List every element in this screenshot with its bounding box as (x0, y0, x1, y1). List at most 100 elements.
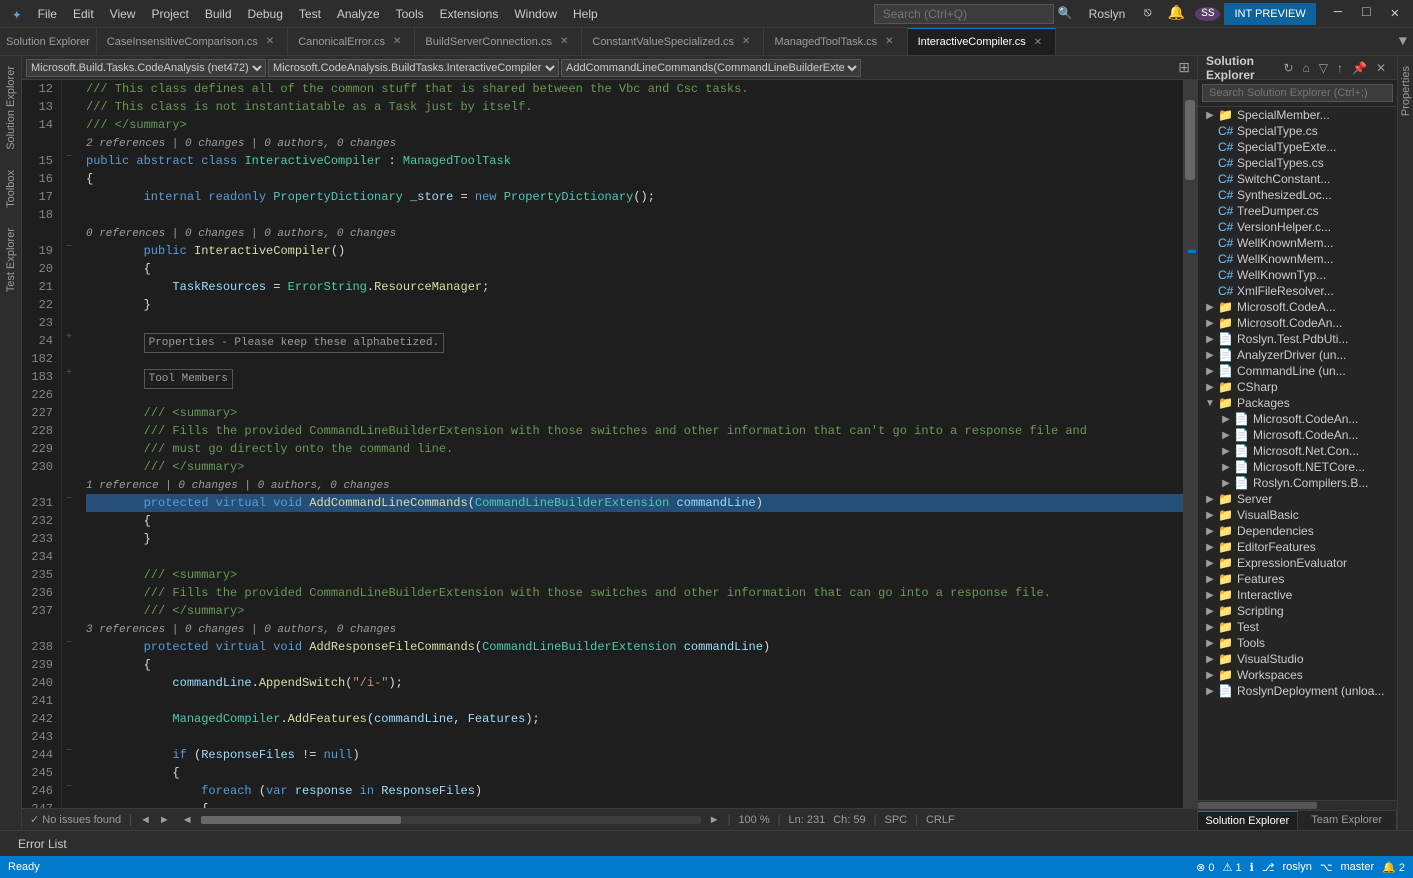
se-item-specialtypes[interactable]: C# SpecialTypes.cs (1198, 155, 1397, 171)
global-search-input[interactable] (874, 4, 1054, 24)
menu-build[interactable]: Build (197, 3, 240, 25)
code-editor[interactable]: 12 13 14 15 16 17 18 19 20 21 22 23 24 1… (22, 80, 1197, 808)
git-label[interactable]: master (1341, 861, 1375, 873)
se-home-icon[interactable]: ⌂ (1300, 60, 1313, 76)
se-item-pkg5[interactable]: ▶ 📄 Roslyn.Compilers.B... (1198, 475, 1397, 491)
se-sync-icon[interactable]: ↻ (1280, 60, 1296, 76)
se-item-visualstudio[interactable]: ▶ 📁 VisualStudio (1198, 651, 1397, 667)
tab-buildserver[interactable]: BuildServerConnection.cs ✕ (415, 28, 582, 55)
error-list-tab[interactable]: Error List (8, 835, 77, 853)
se-item-microsoftcodean2[interactable]: ▶ 📁 Microsoft.CodeAn... (1198, 315, 1397, 331)
se-item-specialtypeext[interactable]: C# SpecialTypeExte... (1198, 139, 1397, 155)
se-item-specialmember[interactable]: ▶ 📁 SpecialMember... (1198, 107, 1397, 123)
account-icon[interactable]: SS (1195, 7, 1220, 21)
tab-close-icon[interactable]: ✕ (557, 35, 571, 48)
se-item-packages[interactable]: ▼ 📁 Packages (1198, 395, 1397, 411)
se-item-editorfeatures[interactable]: ▶ 📁 EditorFeatures (1198, 539, 1397, 555)
se-item-analyzerdriver[interactable]: ▶ 📄 AnalyzerDriver (un... (1198, 347, 1397, 363)
h-scrollbar-thumb[interactable] (201, 816, 401, 824)
menu-view[interactable]: View (102, 3, 144, 25)
menu-help[interactable]: Help (565, 3, 606, 25)
se-item-pkg4[interactable]: ▶ 📄 Microsoft.NETCore... (1198, 459, 1397, 475)
se-item-wellknownmem1[interactable]: C# WellKnownMem... (1198, 235, 1397, 251)
share-icon[interactable]: ⎋ (1137, 3, 1157, 24)
se-item-features[interactable]: ▶ 📁 Features (1198, 571, 1397, 587)
tab-close-icon[interactable]: ✕ (1031, 36, 1045, 49)
se-item-scripting[interactable]: ▶ 📁 Scripting (1198, 603, 1397, 619)
int-preview-button[interactable]: INT PREVIEW (1224, 3, 1315, 25)
message-count[interactable]: ℹ (1250, 861, 1254, 874)
git-branch-name[interactable]: roslyn (1282, 861, 1311, 873)
warning-count[interactable]: ⚠ 1 (1223, 861, 1242, 874)
se-filter-icon[interactable]: ▽ (1316, 60, 1331, 76)
error-count[interactable]: ⊗ 0 (1196, 861, 1214, 874)
se-item-interactive[interactable]: ▶ 📁 Interactive (1198, 587, 1397, 603)
tab-close-icon[interactable]: ✕ (390, 35, 404, 48)
scroll-left-button[interactable]: ◄ (182, 814, 193, 826)
se-item-csharp[interactable]: ▶ 📁 CSharp (1198, 379, 1397, 395)
se-item-versionhelper[interactable]: C# VersionHelper.c... (1198, 219, 1397, 235)
se-item-pkg2[interactable]: ▶ 📄 Microsoft.CodeAn... (1198, 427, 1397, 443)
se-item-visualbasic[interactable]: ▶ 📁 VisualBasic (1198, 507, 1397, 523)
se-item-pkg3[interactable]: ▶ 📄 Microsoft.Net.Con... (1198, 443, 1397, 459)
menu-analyze[interactable]: Analyze (329, 3, 388, 25)
tab-team-explorer[interactable]: Team Explorer (1298, 811, 1398, 830)
tab-close-icon[interactable]: ✕ (263, 35, 277, 48)
tab-constantvalue[interactable]: ConstantValueSpecialized.cs ✕ (582, 28, 764, 55)
se-item-expressionevaluator[interactable]: ▶ 📁 ExpressionEvaluator (1198, 555, 1397, 571)
minimize-button[interactable]: ─ (1324, 3, 1352, 24)
tab-managedtooltask[interactable]: ManagedToolTask.cs ✕ (764, 28, 907, 55)
menu-edit[interactable]: Edit (65, 3, 102, 25)
code-content[interactable]: /// This class defines all of the common… (76, 80, 1183, 808)
maximize-button[interactable]: □ (1352, 3, 1380, 24)
test-explorer-side-tab[interactable]: Test Explorer (2, 218, 20, 302)
se-item-dependencies[interactable]: ▶ 📁 Dependencies (1198, 523, 1397, 539)
tab-caseinsensitive[interactable]: CaseInsensitiveComparison.cs ✕ (97, 28, 288, 55)
se-item-wellknownmem2[interactable]: C# WellKnownMem... (1198, 251, 1397, 267)
tab-canonicalerror[interactable]: CanonicalError.cs ✕ (288, 28, 415, 55)
tab-interactivecompiler[interactable]: InteractiveCompiler.cs ✕ (908, 28, 1057, 55)
toolbox-side-tab[interactable]: Toolbox (2, 160, 20, 218)
editor-scrollbar[interactable] (1183, 80, 1197, 808)
tab-close-icon[interactable]: ✕ (739, 35, 753, 48)
close-button[interactable]: ✕ (1381, 3, 1409, 24)
class-nav-select[interactable]: Microsoft.Build.Tasks.CodeAnalysis (net4… (26, 59, 266, 77)
se-item-synthesized[interactable]: C# SynthesizedLoc... (1198, 187, 1397, 203)
menu-debug[interactable]: Debug (240, 3, 291, 25)
menu-tools[interactable]: Tools (388, 3, 432, 25)
nav-prev-button[interactable]: ◄ (140, 814, 151, 826)
se-item-xmlfileresolver[interactable]: C# XmlFileResolver... (1198, 283, 1397, 299)
se-item-tools[interactable]: ▶ 📁 Tools (1198, 635, 1397, 651)
se-item-test[interactable]: ▶ 📁 Test (1198, 619, 1397, 635)
tab-overflow-icon[interactable]: ▼ (1393, 34, 1413, 50)
se-item-workspaces[interactable]: ▶ 📁 Workspaces (1198, 667, 1397, 683)
se-item-server[interactable]: ▶ 📁 Server (1198, 491, 1397, 507)
se-item-wellknowntype[interactable]: C# WellKnownTyp... (1198, 267, 1397, 283)
menu-project[interactable]: Project (143, 3, 196, 25)
horizontal-scrollbar[interactable] (201, 816, 701, 824)
se-item-microsoftcodea1[interactable]: ▶ 📁 Microsoft.CodeA... (1198, 299, 1397, 315)
se-item-switchconst[interactable]: C# SwitchConstant... (1198, 171, 1397, 187)
nav-next-button[interactable]: ► (159, 814, 170, 826)
menu-extensions[interactable]: Extensions (432, 3, 507, 25)
properties-side-tab[interactable]: Properties (1398, 56, 1413, 126)
se-item-roslyn-pdb[interactable]: ▶ 📄 Roslyn.Test.PdbUti... (1198, 331, 1397, 347)
se-item-specialtype[interactable]: C# SpecialType.cs (1198, 123, 1397, 139)
se-collapse-icon[interactable]: ↑ (1334, 60, 1346, 76)
se-scrollbar-thumb[interactable] (1198, 802, 1317, 809)
menu-window[interactable]: Window (506, 3, 565, 25)
solution-explorer-side-tab[interactable]: Solution Explorer (2, 56, 20, 160)
tab-close-icon[interactable]: ✕ (882, 35, 896, 48)
scroll-right-button[interactable]: ► (709, 814, 720, 826)
notification-icon[interactable]: 🔔 (1162, 3, 1191, 24)
se-item-treedumper[interactable]: C# TreeDumper.cs (1198, 203, 1397, 219)
menu-test[interactable]: Test (291, 3, 329, 25)
scrollbar-thumb[interactable] (1185, 100, 1195, 180)
tab-solution-explorer[interactable]: Solution Explorer (1198, 811, 1298, 830)
se-item-pkg1[interactable]: ▶ 📄 Microsoft.CodeAn... (1198, 411, 1397, 427)
se-item-roslyn-deploy[interactable]: ▶ 📄 RoslynDeployment (unloa... (1198, 683, 1397, 699)
se-item-commandline[interactable]: ▶ 📄 CommandLine (un... (1198, 363, 1397, 379)
se-search-input[interactable] (1202, 84, 1393, 102)
se-close-icon[interactable]: ✕ (1373, 60, 1389, 76)
menu-file[interactable]: File (30, 3, 65, 25)
